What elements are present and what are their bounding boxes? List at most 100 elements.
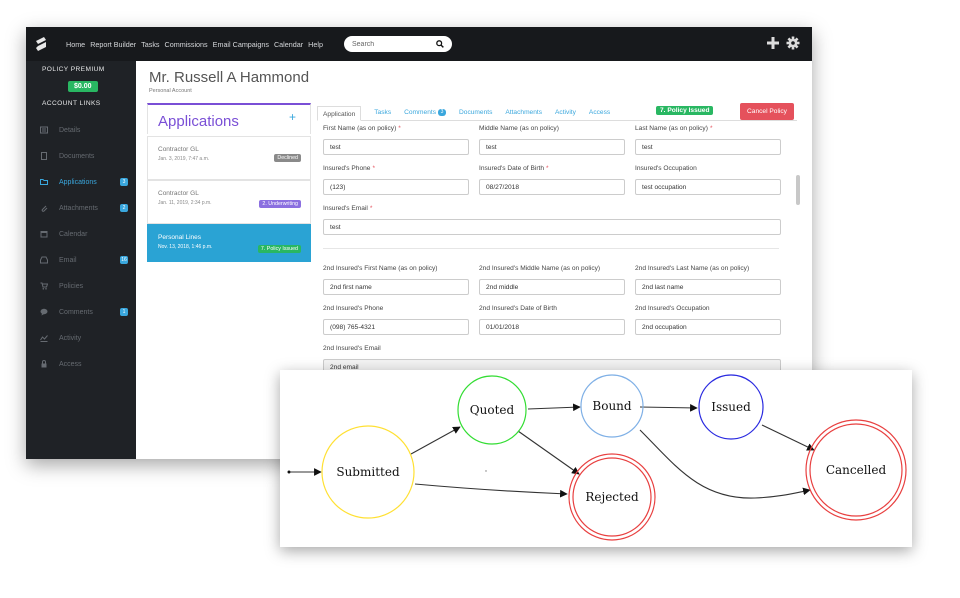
comment-icon xyxy=(40,308,48,316)
stray-dot xyxy=(485,470,487,472)
second-date-of-birth-field[interactable] xyxy=(479,319,625,335)
nav-tasks[interactable]: Tasks xyxy=(141,40,159,49)
sidebar-item-attachments[interactable]: Attachments 2 xyxy=(40,202,132,214)
label-text: Last Name (as on policy) xyxy=(635,125,708,132)
tab-access[interactable]: Access xyxy=(589,105,610,120)
sidebar-item-activity[interactable]: Activity xyxy=(40,332,132,344)
edge-quoted-rejected xyxy=(517,430,580,475)
edge-quoted-bound xyxy=(527,403,581,412)
field-label: 2nd Insured's Middle Name (as on policy) xyxy=(479,265,600,272)
label-text: Insured's Date of Birth xyxy=(479,165,545,172)
plus-icon[interactable] xyxy=(766,36,780,50)
label-text: 2nd Insured's Date of Birth xyxy=(479,305,557,312)
logo-icon[interactable] xyxy=(34,36,48,52)
lock-icon xyxy=(41,360,47,368)
sidebar-item-details[interactable]: Details xyxy=(40,124,132,136)
tab-application[interactable]: Application xyxy=(317,106,362,121)
label-text: 2nd Insured's Last Name (as on policy) xyxy=(635,265,750,272)
add-application-button[interactable]: + xyxy=(289,110,296,124)
main-nav: Home Report Builder Tasks Commissions Em… xyxy=(66,40,328,49)
state-label: Submitted xyxy=(336,465,400,479)
tab-comments[interactable]: Comments 3 xyxy=(404,105,447,120)
field-label: First Name (as on policy) * xyxy=(323,125,401,132)
status-badge: Declined xyxy=(274,154,301,162)
second-first-name-field[interactable] xyxy=(323,279,469,295)
field-label: 2nd Insured's Occupation xyxy=(635,305,710,312)
top-navbar: Home Report Builder Tasks Commissions Em… xyxy=(26,27,812,61)
tab-documents[interactable]: Documents xyxy=(459,105,492,120)
tab-activity[interactable]: Activity xyxy=(555,105,576,120)
sidebar-item-comments[interactable]: Comments 1 xyxy=(40,306,132,318)
second-last-name-field[interactable] xyxy=(635,279,781,295)
applications-count-badge: 3 xyxy=(120,178,128,186)
application-card[interactable]: Contractor GL Jan. 3, 2019, 7:47 a.m. De… xyxy=(147,136,311,180)
sidebar-item-label: Email xyxy=(59,256,77,264)
second-middle-name-field[interactable] xyxy=(479,279,625,295)
field-label: Insured's Email * xyxy=(323,205,372,212)
second-phone-field[interactable] xyxy=(323,319,469,335)
last-name-field[interactable] xyxy=(635,139,781,155)
required-marker: * xyxy=(372,165,376,172)
cancel-policy-button[interactable]: Cancel Policy xyxy=(740,103,794,120)
state-node-submitted: Submitted xyxy=(321,425,415,519)
sidebar-item-access[interactable]: Access xyxy=(40,358,132,370)
state-node-bound: Bound xyxy=(580,374,644,438)
email-field[interactable] xyxy=(323,219,781,235)
policy-status-badge: 7. Policy Issued xyxy=(656,106,714,115)
phone-field[interactable] xyxy=(323,179,469,195)
label-text: Insured's Phone xyxy=(323,165,371,172)
date-of-birth-field[interactable] xyxy=(479,179,625,195)
applications-title: Applications xyxy=(158,113,239,130)
tab-attachments[interactable]: Attachments xyxy=(505,105,542,120)
nav-email-campaigns[interactable]: Email Campaigns xyxy=(213,40,269,49)
field-label: 2nd Insured's Phone xyxy=(323,305,383,312)
sidebar-item-applications[interactable]: Applications 3 xyxy=(40,176,132,188)
sidebar-item-documents[interactable]: Documents xyxy=(40,150,132,162)
nav-report-builder[interactable]: Report Builder xyxy=(90,40,136,49)
application-card[interactable]: Contractor GL Jan. 11, 2019, 2:34 p.m. 2… xyxy=(147,180,311,224)
application-title: Contractor GL xyxy=(158,190,199,197)
field-label: Insured's Phone * xyxy=(323,165,375,172)
edge-submitted-rejected xyxy=(414,483,568,498)
sidebar-item-label: Activity xyxy=(59,334,82,342)
search-icon[interactable] xyxy=(436,40,444,48)
paperclip-icon xyxy=(41,205,48,212)
field-label: Insured's Date of Birth * xyxy=(479,165,549,172)
tab-tasks[interactable]: Tasks xyxy=(374,105,391,120)
middle-name-field[interactable] xyxy=(479,139,625,155)
second-occupation-field[interactable] xyxy=(635,319,781,335)
application-card-selected[interactable]: Personal Lines Nov. 13, 2018, 1:46 p.m. … xyxy=(147,224,311,262)
comments-count-badge: 1 xyxy=(120,308,128,316)
label-text: First Name (as on policy) xyxy=(323,125,397,132)
application-date: Nov. 13, 2018, 1:46 p.m. xyxy=(158,244,213,250)
sidebar: POLICY PREMIUM $0.00 ACCOUNT LINKS Detai… xyxy=(26,61,136,459)
occupation-field[interactable] xyxy=(635,179,781,195)
email-count-badge: 16 xyxy=(120,256,128,264)
search-input[interactable] xyxy=(352,40,436,48)
account-type: Personal Account xyxy=(149,88,192,94)
policy-premium-label: POLICY PREMIUM xyxy=(42,66,105,73)
sidebar-item-email[interactable]: Email 16 xyxy=(40,254,132,266)
sidebar-item-calendar[interactable]: Calendar xyxy=(40,228,132,240)
state-label: Cancelled xyxy=(826,463,887,477)
attachments-count-badge: 2 xyxy=(120,204,128,212)
field-label: 2nd Insured's Date of Birth xyxy=(479,305,557,312)
required-marker: * xyxy=(546,165,549,172)
required-marker: * xyxy=(398,125,401,132)
nav-help[interactable]: Help xyxy=(308,40,323,49)
application-title: Personal Lines xyxy=(158,234,201,241)
gear-icon[interactable] xyxy=(786,36,800,50)
state-diagram: Submitted Quoted Bound Issued Rejected C… xyxy=(280,370,912,547)
state-label: Quoted xyxy=(470,403,515,417)
form-scrollbar[interactable] xyxy=(796,175,800,205)
first-name-field[interactable] xyxy=(323,139,469,155)
nav-home[interactable]: Home xyxy=(66,40,85,49)
field-label: Last Name (as on policy) * xyxy=(635,125,713,132)
document-icon xyxy=(41,152,47,160)
nav-calendar[interactable]: Calendar xyxy=(274,40,303,49)
application-date: Jan. 11, 2019, 2:34 p.m. xyxy=(158,200,212,206)
nav-commissions[interactable]: Commissions xyxy=(165,40,208,49)
sidebar-item-policies[interactable]: Policies xyxy=(40,280,132,292)
sidebar-item-label: Applications xyxy=(59,178,97,186)
edge-bound-cancelled xyxy=(639,429,811,499)
